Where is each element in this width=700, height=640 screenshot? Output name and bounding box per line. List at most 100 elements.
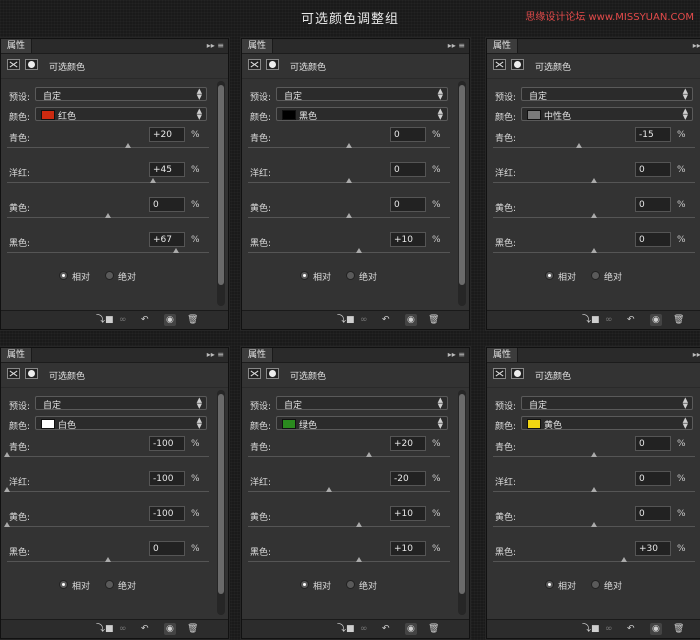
- slider-thumb[interactable]: [125, 143, 132, 148]
- panel-menu-icon[interactable]: ▸▸ ≡: [693, 348, 700, 362]
- channel-value-input[interactable]: 0: [635, 436, 671, 451]
- slider-thumb[interactable]: [591, 452, 597, 457]
- visibility-toggle-icon[interactable]: ∞: [360, 314, 368, 326]
- channel-value-input[interactable]: +67: [149, 232, 185, 247]
- slider-track[interactable]: [7, 182, 209, 183]
- channel-value-input[interactable]: 0: [390, 162, 426, 177]
- channel-value-input[interactable]: +10: [390, 232, 426, 247]
- scrollbar-thumb[interactable]: [459, 394, 465, 594]
- slider-track[interactable]: [493, 147, 695, 148]
- channel-value-input[interactable]: 0: [635, 232, 671, 247]
- mask-icon[interactable]: [266, 59, 279, 70]
- slider-track[interactable]: [7, 526, 209, 527]
- channel-value-input[interactable]: 0: [149, 197, 185, 212]
- trash-icon[interactable]: 🗑: [673, 314, 684, 326]
- color-select[interactable]: 红色 ▲ ▼: [35, 107, 207, 122]
- slider-thumb[interactable]: [591, 178, 597, 183]
- color-select[interactable]: 黑色 ▲ ▼: [276, 107, 448, 122]
- channel-value-input[interactable]: 0: [390, 197, 426, 212]
- radio-relative[interactable]: [59, 271, 68, 280]
- color-select[interactable]: 黄色 ▲ ▼: [521, 416, 693, 431]
- slider-thumb[interactable]: [621, 557, 628, 562]
- scrollbar-thumb[interactable]: [218, 85, 224, 285]
- tab-properties[interactable]: 属性: [487, 39, 519, 53]
- color-select[interactable]: 绿色 ▲ ▼: [276, 416, 448, 431]
- slider-thumb[interactable]: [4, 487, 10, 492]
- slider-thumb[interactable]: [356, 557, 363, 562]
- channel-value-input[interactable]: 0: [635, 162, 671, 177]
- tab-properties[interactable]: 属性: [1, 348, 33, 362]
- channel-value-input[interactable]: +10: [390, 506, 426, 521]
- color-select[interactable]: 中性色 ▲ ▼: [521, 107, 693, 122]
- channel-value-input[interactable]: 0: [635, 506, 671, 521]
- slider-thumb[interactable]: [591, 522, 597, 527]
- reset-icon[interactable]: ↶: [627, 314, 635, 326]
- visibility-toggle-icon[interactable]: ∞: [119, 314, 127, 326]
- eye-icon[interactable]: ◉: [650, 623, 662, 635]
- slider-thumb[interactable]: [4, 452, 10, 457]
- slider-track[interactable]: [248, 491, 450, 492]
- slider-track[interactable]: [493, 561, 695, 562]
- radio-absolute[interactable]: [346, 580, 355, 589]
- preset-select[interactable]: 自定 ▲ ▼: [35, 87, 207, 102]
- slider-thumb[interactable]: [575, 143, 582, 148]
- slider-track[interactable]: [248, 252, 450, 253]
- channel-value-input[interactable]: -100: [149, 471, 185, 486]
- clip-to-layer-icon[interactable]: ⤵■: [337, 314, 355, 326]
- scrollbar[interactable]: [458, 390, 466, 615]
- slider-thumb[interactable]: [356, 522, 363, 527]
- channel-value-input[interactable]: -15: [635, 127, 671, 142]
- radio-absolute[interactable]: [591, 271, 600, 280]
- eye-icon[interactable]: ◉: [164, 314, 176, 326]
- panel-menu-icon[interactable]: ▸▸ ≡: [448, 348, 465, 362]
- radio-absolute[interactable]: [591, 580, 600, 589]
- slider-track[interactable]: [7, 147, 209, 148]
- channel-value-input[interactable]: +20: [149, 127, 185, 142]
- clip-to-layer-icon[interactable]: ⤵■: [96, 623, 114, 635]
- eye-icon[interactable]: ◉: [405, 623, 417, 635]
- slider-track[interactable]: [7, 491, 209, 492]
- channel-value-input[interactable]: +30: [635, 541, 671, 556]
- scrollbar-thumb[interactable]: [218, 394, 224, 594]
- slider-thumb[interactable]: [105, 557, 111, 562]
- radio-absolute[interactable]: [105, 271, 114, 280]
- channel-value-input[interactable]: 0: [149, 541, 185, 556]
- channel-value-input[interactable]: +20: [390, 436, 426, 451]
- slider-thumb[interactable]: [172, 248, 179, 253]
- slider-thumb[interactable]: [4, 522, 10, 527]
- mask-icon[interactable]: [511, 368, 524, 379]
- mask-icon[interactable]: [25, 368, 38, 379]
- tab-properties[interactable]: 属性: [242, 348, 274, 362]
- channel-value-input[interactable]: +10: [390, 541, 426, 556]
- radio-absolute[interactable]: [346, 271, 355, 280]
- scrollbar-thumb[interactable]: [459, 85, 465, 285]
- radio-relative[interactable]: [545, 271, 554, 280]
- trash-icon[interactable]: 🗑: [428, 314, 439, 326]
- tab-properties[interactable]: 属性: [242, 39, 274, 53]
- radio-relative[interactable]: [545, 580, 554, 589]
- slider-thumb[interactable]: [105, 213, 111, 218]
- preset-select[interactable]: 自定 ▲ ▼: [276, 396, 448, 411]
- radio-relative[interactable]: [300, 580, 309, 589]
- visibility-toggle-icon[interactable]: ∞: [605, 623, 613, 635]
- visibility-toggle-icon[interactable]: ∞: [605, 314, 613, 326]
- radio-relative[interactable]: [300, 271, 309, 280]
- slider-thumb[interactable]: [591, 248, 597, 253]
- channel-value-input[interactable]: -100: [149, 506, 185, 521]
- eye-icon[interactable]: ◉: [405, 314, 417, 326]
- slider-track[interactable]: [248, 456, 450, 457]
- tab-properties[interactable]: 属性: [1, 39, 33, 53]
- slider-thumb[interactable]: [150, 178, 157, 183]
- channel-value-input[interactable]: -20: [390, 471, 426, 486]
- visibility-toggle-icon[interactable]: ∞: [119, 623, 127, 635]
- panel-menu-icon[interactable]: ▸▸ ≡: [207, 39, 224, 53]
- slider-thumb[interactable]: [591, 213, 597, 218]
- reset-icon[interactable]: ↶: [382, 623, 390, 635]
- slider-track[interactable]: [248, 561, 450, 562]
- eye-icon[interactable]: ◉: [164, 623, 176, 635]
- radio-absolute[interactable]: [105, 580, 114, 589]
- clip-to-layer-icon[interactable]: ⤵■: [337, 623, 355, 635]
- reset-icon[interactable]: ↶: [141, 623, 149, 635]
- scrollbar[interactable]: [217, 81, 225, 306]
- eye-icon[interactable]: ◉: [650, 314, 662, 326]
